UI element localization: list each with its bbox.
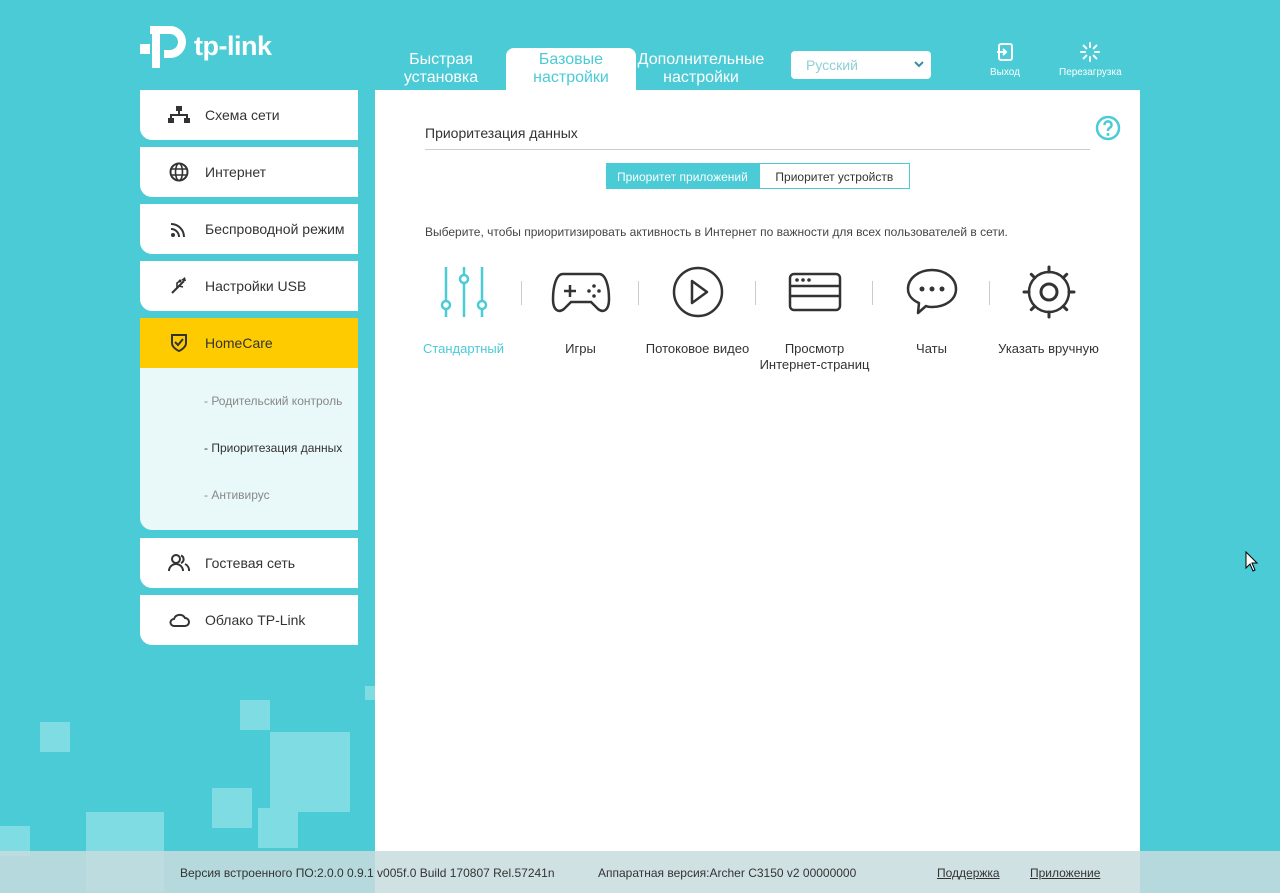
reboot-label: Перезагрузка	[1059, 67, 1122, 78]
language-value: Русский	[806, 57, 858, 73]
subitem-antivirus[interactable]: - Антивирус	[140, 488, 358, 535]
mode-label-line: Интернет-страниц	[759, 357, 870, 372]
decor-square	[365, 686, 375, 700]
tab-label: настройки	[663, 69, 739, 86]
hardware-version: Аппаратная версия:Archer C3150 v2 000000…	[598, 866, 857, 880]
tab-label: Базовые	[538, 51, 604, 68]
gamepad-icon	[522, 265, 639, 319]
subitem-parental-control[interactable]: - Родительский контроль	[140, 394, 358, 441]
sidebar-item-label: HomeCare	[205, 335, 273, 351]
page-title: Приоритезация данных	[425, 125, 1090, 150]
mode-label: Стандартный	[422, 341, 505, 356]
mode-label: Просмотр Интернет-страниц	[756, 341, 873, 373]
tab-label: Дополнительные	[637, 51, 765, 68]
cloud-icon	[168, 609, 190, 631]
mode-browsing[interactable]: Просмотр Интернет-страниц	[756, 265, 873, 373]
logout-button[interactable]: Выход	[990, 42, 1020, 78]
help-icon[interactable]	[1095, 115, 1121, 146]
mode-label: Потоковое видео	[645, 341, 750, 356]
mode-standard[interactable]: Стандартный	[405, 265, 522, 373]
mode-streaming[interactable]: Потоковое видео	[639, 265, 756, 373]
tab-basic-settings[interactable]: Базовые настройки	[506, 48, 636, 90]
homecare-submenu: - Родительский контроль - Приоритезация …	[140, 368, 358, 530]
mode-gaming[interactable]: Игры	[522, 265, 639, 373]
support-link[interactable]: Поддержка	[937, 866, 1000, 880]
sidebar: Схема сети Интернет Беспроводной режим Н…	[140, 90, 358, 652]
chat-icon	[873, 265, 990, 319]
sidebar-item-label: Беспроводной режим	[205, 221, 345, 237]
tab-quick-setup[interactable]: Быстрая установка	[376, 48, 506, 90]
logout-label: Выход	[990, 67, 1020, 78]
tab-label: Быстрая	[409, 51, 473, 68]
language-select[interactable]: Русский	[791, 51, 931, 79]
tp-link-logo-icon	[140, 22, 188, 70]
browser-icon	[756, 265, 873, 319]
usb-icon	[168, 275, 190, 297]
tab-label: настройки	[533, 69, 609, 86]
network-map-icon	[168, 104, 190, 126]
tab-advanced-settings[interactable]: Дополнительные настройки	[636, 48, 766, 90]
mode-label-line: Просмотр	[784, 341, 845, 356]
priority-modes: Стандартный Игры Потоковое видео Просмот…	[405, 265, 1107, 373]
play-icon	[639, 265, 756, 319]
reboot-icon	[1059, 42, 1122, 65]
segment-app-priority[interactable]: Приоритет приложений	[606, 163, 759, 189]
mode-custom[interactable]: Указать вручную	[990, 265, 1107, 373]
priority-segmented-control: Приоритет приложений Приоритет устройств	[606, 163, 910, 189]
sidebar-item-cloud[interactable]: Облако TP-Link	[140, 595, 358, 645]
mode-label: Указать вручную	[998, 341, 1099, 356]
guests-icon	[168, 552, 190, 574]
reboot-button[interactable]: Перезагрузка	[1059, 42, 1122, 78]
main-panel: Приоритезация данных Приоритет приложени…	[375, 90, 1140, 893]
sidebar-item-label: Схема сети	[205, 107, 280, 123]
sidebar-item-internet[interactable]: Интернет	[140, 147, 358, 197]
decor-square	[270, 732, 350, 812]
tp-link-logo: tp-link	[140, 22, 272, 70]
app-link[interactable]: Приложение	[1030, 866, 1100, 880]
sidebar-item-label: Облако TP-Link	[205, 612, 306, 628]
mouse-cursor-icon	[1245, 550, 1259, 578]
chevron-down-icon	[913, 55, 925, 76]
mode-label: Игры	[565, 341, 596, 356]
mode-label: Чаты	[916, 341, 947, 356]
logout-icon	[990, 42, 1020, 65]
firmware-version: Версия встроенного ПО:2.0.0 0.9.1 v005f.…	[180, 866, 555, 880]
footer: Версия встроенного ПО:2.0.0 0.9.1 v005f.…	[0, 851, 1280, 893]
sidebar-item-network-map[interactable]: Схема сети	[140, 90, 358, 140]
mode-chat[interactable]: Чаты	[873, 265, 990, 373]
main-tabs: Быстрая установка Базовые настройки Допо…	[376, 48, 766, 90]
shield-icon	[168, 332, 190, 354]
logo-text: tp-link	[194, 30, 272, 61]
description-text: Выберите, чтобы приоритизировать активно…	[425, 225, 1008, 239]
globe-icon	[168, 161, 190, 183]
decor-square	[40, 722, 70, 752]
segment-device-priority[interactable]: Приоритет устройств	[758, 163, 910, 189]
tab-label: установка	[403, 69, 479, 86]
decor-square	[212, 788, 252, 828]
subitem-qos[interactable]: - Приоритезация данных	[140, 441, 358, 488]
wireless-icon	[168, 218, 190, 240]
sidebar-item-guest-network[interactable]: Гостевая сеть	[140, 538, 358, 588]
sidebar-item-label: Настройки USB	[205, 278, 307, 294]
sliders-icon	[405, 265, 522, 319]
sidebar-item-label: Интернет	[205, 164, 267, 180]
gear-icon	[990, 265, 1107, 319]
sidebar-item-usb[interactable]: Настройки USB	[140, 261, 358, 311]
decor-square	[258, 808, 298, 848]
decor-square	[240, 700, 270, 730]
sidebar-item-homecare[interactable]: HomeCare	[140, 318, 358, 368]
sidebar-item-label: Гостевая сеть	[205, 555, 296, 571]
sidebar-item-wireless[interactable]: Беспроводной режим	[140, 204, 358, 254]
